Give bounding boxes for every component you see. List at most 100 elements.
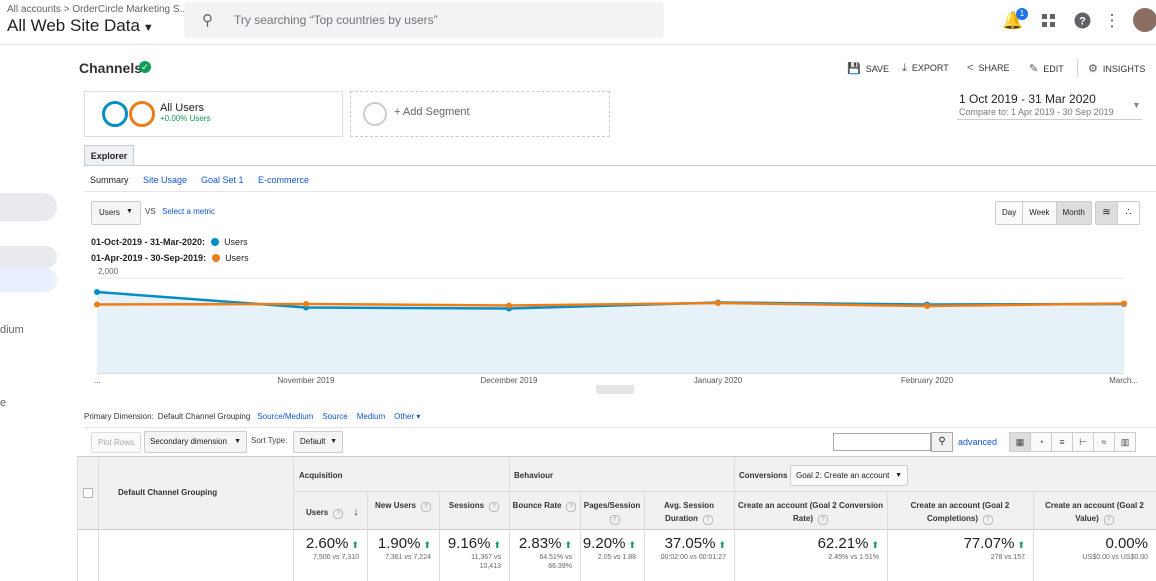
- pivot-icon[interactable]: ▥: [1115, 433, 1135, 451]
- divider: [957, 119, 1142, 120]
- column-header-bounce-rate[interactable]: Bounce Rate?: [512, 499, 577, 512]
- select-metric-link[interactable]: Select a metric: [162, 207, 215, 216]
- column-header-new-users[interactable]: New Users?: [370, 499, 436, 512]
- divider: [98, 457, 99, 581]
- motion-chart-icon[interactable]: ∴: [1118, 202, 1139, 224]
- term-cloud-icon[interactable]: ≈: [1094, 433, 1115, 451]
- save-button[interactable]: 💾 SAVE: [847, 62, 889, 75]
- dimension-medium[interactable]: Medium: [357, 412, 385, 421]
- left-nav-item-active[interactable]: [0, 268, 57, 292]
- column-header-pages-session[interactable]: Pages/Session?: [583, 499, 641, 525]
- sort-type-dropdown[interactable]: Default ▼: [293, 431, 343, 453]
- chart-type-toggle[interactable]: ≋ ∴: [1095, 201, 1140, 225]
- metric-cell: 9.20% ⬆ 2.05 vs 1.88: [580, 535, 636, 562]
- edit-button[interactable]: ✎ EDIT: [1029, 62, 1064, 75]
- comparison-icon[interactable]: ⊢: [1073, 433, 1094, 451]
- dimension-source-medium[interactable]: Source/Medium: [257, 412, 313, 421]
- dimension-selected[interactable]: Default Channel Grouping: [158, 412, 251, 421]
- metric-comparison: 278 vs 157: [990, 554, 1025, 561]
- sort-descending-icon[interactable]: ↓: [353, 506, 359, 518]
- share-button[interactable]: < SHARE: [967, 62, 1009, 74]
- help-icon[interactable]: ?: [566, 502, 577, 512]
- x-tick-label: January 2020: [694, 376, 743, 385]
- granularity-week[interactable]: Week: [1023, 202, 1057, 224]
- plot-rows-button[interactable]: Plot Rows: [91, 432, 141, 453]
- dimension-column-header[interactable]: Default Channel Grouping: [118, 488, 217, 497]
- help-icon[interactable]: ?: [420, 502, 431, 512]
- search-bar[interactable]: ⚲ Try searching “Top countries by users”: [184, 2, 664, 38]
- help-icon[interactable]: ?: [1071, 10, 1093, 32]
- divider: [77, 457, 78, 581]
- metric-change-value: 1.90%: [377, 535, 421, 552]
- group-behaviour: Behaviour: [514, 471, 554, 480]
- date-range[interactable]: 1 Oct 2019 - 31 Mar 2020: [959, 92, 1096, 106]
- chevron-down-icon[interactable]: ▼: [1132, 100, 1141, 110]
- left-nav-item-label[interactable]: e: [0, 397, 6, 409]
- column-header-sessions[interactable]: Sessions?: [442, 499, 506, 512]
- column-header-users[interactable]: Users? ↓: [306, 506, 374, 519]
- granularity-month[interactable]: Month: [1056, 202, 1091, 224]
- view-selector[interactable]: All Web Site Data ▼: [7, 16, 154, 36]
- left-nav-item[interactable]: [0, 193, 57, 221]
- data-table-icon[interactable]: ▦: [1010, 433, 1031, 451]
- search-icon[interactable]: ⚲: [931, 432, 953, 452]
- avatar[interactable]: [1133, 8, 1156, 32]
- subtab-goal-set-1[interactable]: Goal Set 1: [201, 175, 244, 185]
- column-header-avg-session-duration[interactable]: Avg. Session Duration?: [647, 499, 731, 525]
- arrow-up-icon: ⬆: [718, 540, 726, 550]
- chart-resize-handle[interactable]: [596, 385, 634, 394]
- subtab-ecommerce[interactable]: E-commerce: [258, 175, 309, 185]
- legend-dot-current: [211, 238, 220, 246]
- dimension-other[interactable]: Other ▾: [394, 412, 420, 421]
- granularity-day[interactable]: Day: [996, 202, 1024, 224]
- help-icon[interactable]: ?: [333, 509, 344, 519]
- help-icon[interactable]: ?: [702, 515, 713, 525]
- segment-all-users[interactable]: All Users +0.00% Users: [84, 91, 343, 137]
- caret-down-icon: ▼: [126, 208, 133, 215]
- x-tick-label: December 2019: [481, 376, 538, 385]
- account-breadcrumb[interactable]: All accounts > OrderCircle Marketing S..…: [7, 4, 188, 15]
- more-vert-icon[interactable]: ⋮: [1101, 10, 1123, 32]
- x-tick-label: March...: [1109, 376, 1138, 385]
- table-view-toggle[interactable]: ▦ ◔ ≡ ⊢ ≈ ▥: [1009, 432, 1136, 452]
- advanced-filter-link[interactable]: advanced: [958, 437, 997, 447]
- metric-change-value: 2.60%: [305, 535, 349, 552]
- tab-explorer[interactable]: Explorer: [84, 145, 134, 166]
- help-icon[interactable]: ?: [609, 515, 620, 525]
- apps-grid-icon[interactable]: [1038, 10, 1060, 32]
- subtab-summary[interactable]: Summary: [90, 175, 129, 185]
- line-chart-icon[interactable]: ≋: [1096, 202, 1118, 224]
- metric-comparison: 7,500 vs 7,310: [313, 554, 359, 561]
- pie-chart-icon[interactable]: ◔: [1031, 433, 1052, 451]
- dimension-source[interactable]: Source: [322, 412, 347, 421]
- column-header-create-an-account-goal-2-conversion-rate[interactable]: Create an account (Goal 2 Conversion Rat…: [737, 499, 884, 525]
- metric-dropdown[interactable]: Users ▼: [91, 201, 141, 225]
- share-label: SHARE: [978, 63, 1010, 73]
- export-button[interactable]: ⤓ EXPORT: [902, 62, 949, 75]
- subtab-site-usage[interactable]: Site Usage: [143, 175, 187, 185]
- metric-cell: 0.00% US$0.00 vs US$0.00: [1033, 535, 1148, 562]
- column-header-create-an-account-goal-2-completions[interactable]: Create an account (Goal 2 Completions)?: [890, 499, 1030, 525]
- insights-button[interactable]: ⚙ INSIGHTS: [1088, 62, 1145, 75]
- legend-dot-compare: [212, 254, 221, 262]
- divider: [84, 427, 1156, 428]
- table-filter-input[interactable]: [833, 433, 931, 451]
- left-nav-item-label[interactable]: dium: [0, 324, 24, 336]
- goal-select-dropdown[interactable]: Goal 2: Create an account ▼: [790, 465, 908, 486]
- help-icon[interactable]: ?: [818, 515, 828, 525]
- column-header-label: Bounce Rate: [512, 501, 562, 510]
- help-icon[interactable]: ?: [983, 515, 994, 525]
- performance-icon[interactable]: ≡: [1052, 433, 1073, 451]
- compare-range[interactable]: Compare to: 1 Apr 2019 - 30 Sep 2019: [959, 107, 1114, 117]
- add-segment-button[interactable]: + Add Segment: [350, 91, 610, 137]
- granularity-toggle[interactable]: Day Week Month: [995, 201, 1092, 225]
- primary-dimension-label: Primary Dimension:: [84, 412, 154, 421]
- left-nav-item[interactable]: [0, 246, 57, 268]
- secondary-dimension-dropdown[interactable]: Secondary dimension ▼: [144, 431, 247, 453]
- select-all-checkbox[interactable]: [83, 488, 93, 498]
- metric-cell: 9.16% ⬆ 11,367 vs 10,413: [439, 535, 501, 571]
- export-label: EXPORT: [911, 63, 949, 73]
- column-header-create-an-account-goal-2-value[interactable]: Create an account (Goal 2 Value)?: [1036, 499, 1153, 525]
- help-icon[interactable]: ?: [1103, 515, 1114, 525]
- help-icon[interactable]: ?: [489, 502, 500, 512]
